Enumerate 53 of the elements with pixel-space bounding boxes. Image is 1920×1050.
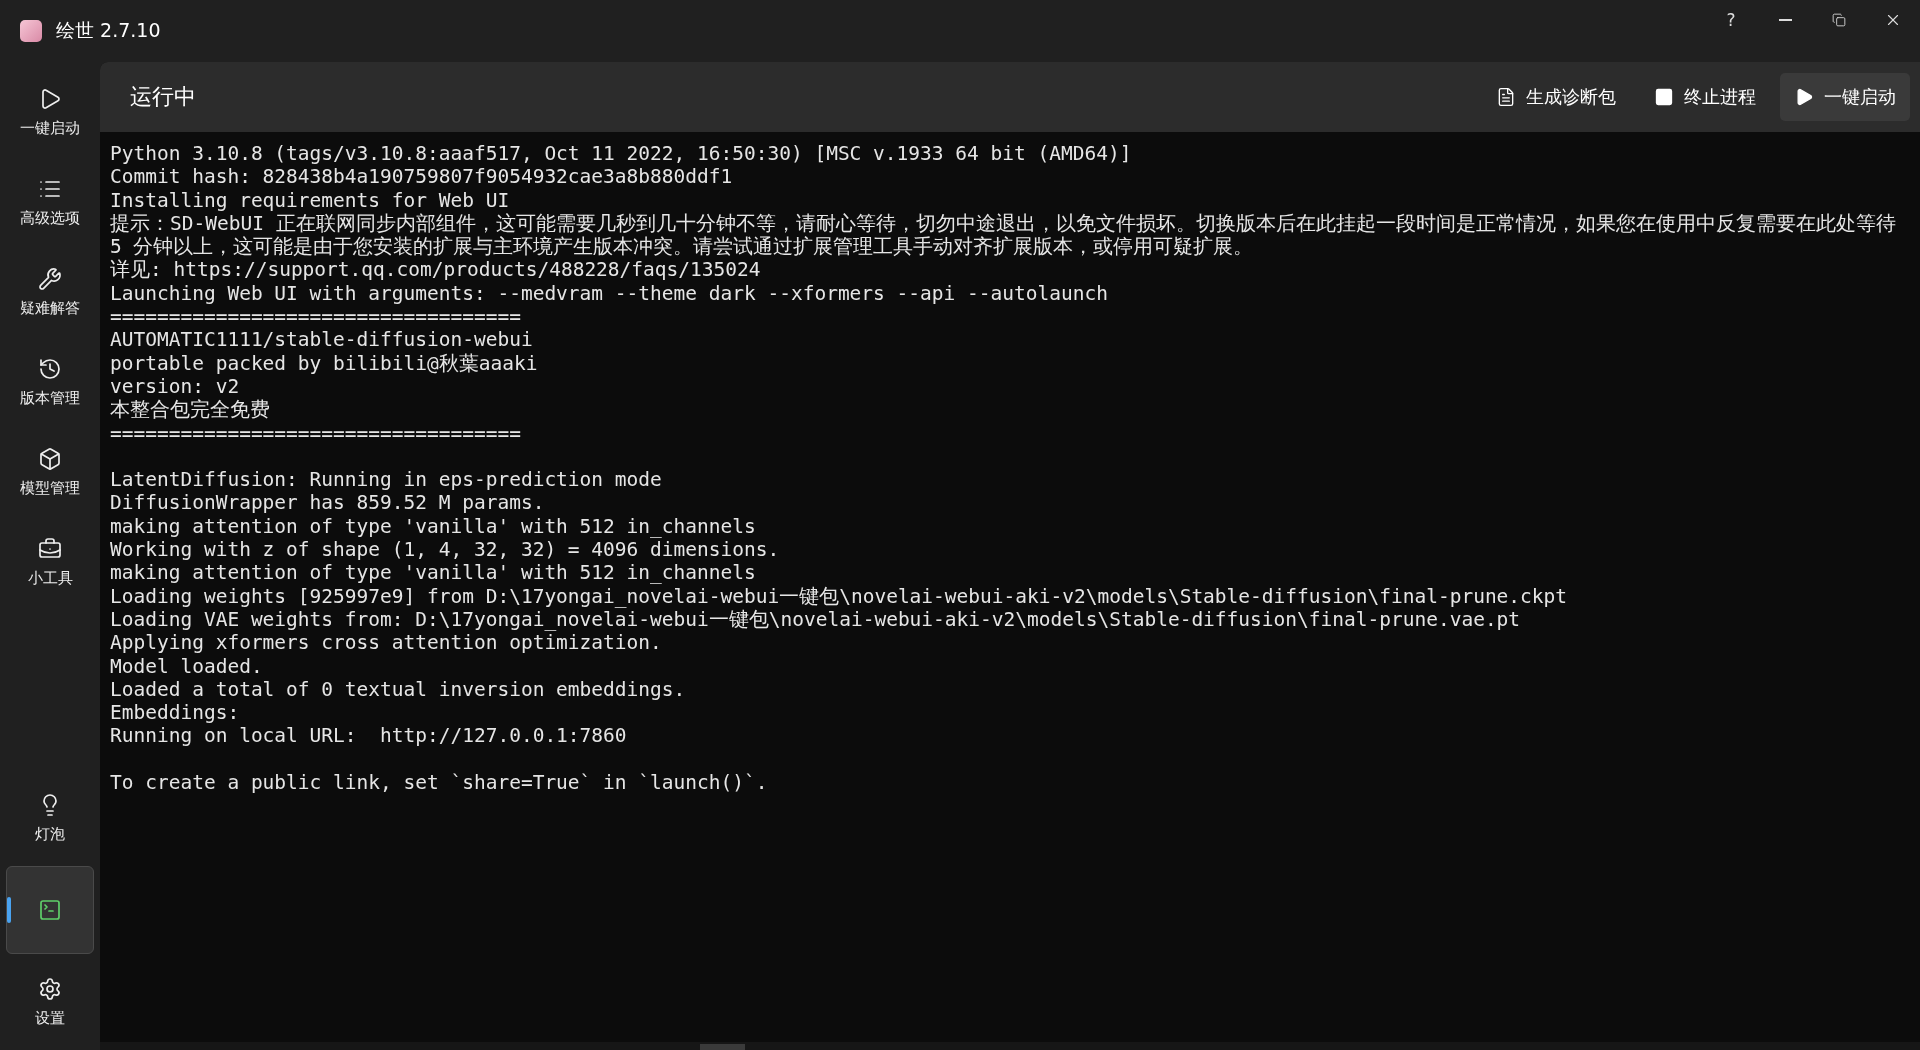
document-icon bbox=[1496, 87, 1516, 107]
window-title: 绘世 2.7.10 bbox=[56, 18, 161, 43]
sidebar-item[interactable]: 疑难解答 bbox=[6, 250, 94, 334]
sidebar-item[interactable]: 小工具 bbox=[6, 520, 94, 604]
console-line: Applying xformers cross attention optimization. bbox=[110, 631, 663, 655]
console-line: portable packed by bilibili@秋葉aaaki bbox=[110, 351, 539, 375]
console-line: Installing requirements for Web UI bbox=[110, 188, 511, 212]
console-line: =================================== bbox=[110, 421, 522, 445]
app-icon bbox=[20, 20, 42, 42]
console-line: Embeddings: bbox=[110, 701, 241, 725]
toolbar-button[interactable]: 生成诊断包 bbox=[1482, 73, 1630, 121]
console-line: 详见: https://support.qq.com/products/488228/faqs/135024 bbox=[110, 258, 762, 282]
toolbox-icon bbox=[38, 536, 62, 561]
sidebar-item[interactable] bbox=[6, 866, 94, 954]
sidebar-item[interactable]: 模型管理 bbox=[6, 430, 94, 514]
console-line: LatentDiffusion: Running in eps-prediction mode bbox=[110, 468, 663, 492]
console-line: AUTOMATIC1111/stable-diffusion-webui bbox=[110, 328, 534, 352]
scrollbar-thumb[interactable] bbox=[700, 1044, 745, 1050]
console-line: Model loaded. bbox=[110, 654, 264, 678]
toolbar-button[interactable]: 一键启动 bbox=[1780, 73, 1910, 121]
cube-icon bbox=[38, 446, 62, 471]
history-icon bbox=[38, 356, 62, 381]
stop-icon bbox=[1654, 87, 1674, 107]
console-line: To create a public link, set `share=True` in `launch()`. bbox=[110, 771, 769, 795]
sidebar-item[interactable]: 灯泡 bbox=[6, 776, 94, 860]
console-line: =================================== bbox=[110, 305, 522, 329]
help-button[interactable]: ? bbox=[1704, 0, 1758, 40]
console-line: making attention of type 'vanilla' with 512 in_channels bbox=[110, 514, 757, 539]
toolbar-button[interactable]: 终止进程 bbox=[1640, 73, 1770, 121]
restore-icon bbox=[1832, 13, 1846, 27]
page-title: 运行中 bbox=[130, 83, 196, 111]
console-line: Commit hash: 828438b4a190759807f9054932cae3a8b880ddf1 bbox=[110, 165, 734, 189]
console-line: Loading weights [925997e9] from D:\17yongai_novelai-webui一键包\novelai-webui-aki-v2\models\Stable-diffusion\final-prune.ckpt bbox=[110, 584, 1569, 608]
minimize-icon bbox=[1778, 19, 1792, 21]
gear-icon bbox=[38, 976, 62, 1001]
console-line: making attention of type 'vanilla' with 512 in_channels bbox=[110, 561, 757, 585]
console-line: Launching Web UI with arguments: --medvram --theme dark --xformers --api --autolaunch bbox=[110, 281, 1109, 306]
wrench-icon bbox=[38, 266, 62, 291]
sidebar-item[interactable]: 高级选项 bbox=[6, 160, 94, 244]
console-line: DiffusionWrapper has 859.52 M params. bbox=[110, 491, 546, 515]
sidebar-item[interactable]: 设置 bbox=[6, 960, 94, 1044]
console-line: version: v2 bbox=[110, 374, 241, 399]
console-line: Loading VAE weights from: D:\17yongai_novelai-webui一键包\novelai-webui-aki-v2\models\Stable-diffusion\final-prune.vae.pt bbox=[110, 607, 1522, 632]
sidebar-item[interactable]: 版本管理 bbox=[6, 340, 94, 424]
console-line: 提示：SD-WebUI 正在联网同步内部组件，这可能需要几秒到几十分钟不等，请耐心等待，切勿中途退出，以免文件损坏。切换版本后在此挂起一段时间是正常情况，如果您在使用中反复需要在此处等待 bbox=[110, 211, 1897, 236]
console-line: Python 3.10.8 (tags/v3.10.8:aaaf517, Oct 11 2022, 16:50:30) [MSC v.1933 64 bit (AMD64)] bbox=[110, 142, 1133, 166]
terminal-icon bbox=[38, 898, 62, 922]
console-line: Loaded a total of 0 textual inversion embeddings. bbox=[110, 677, 687, 702]
sidebar-item[interactable]: 一键启动 bbox=[6, 70, 94, 154]
console-line: 本整合包完全免费 bbox=[110, 398, 271, 422]
console-line: Running on local URL: http://127.0.0.1:7860 bbox=[110, 724, 628, 748]
console-line: 5 分钟以上，这可能是由于您安装的扩展与主环境产生版本冲突。请尝试通过扩展管理工具手动对齐扩展版本，或停用可疑扩展。 bbox=[110, 235, 1255, 259]
console-line: Working with z of shape (1, 4, 32, 32) = 4096 dimensions. bbox=[110, 538, 781, 562]
